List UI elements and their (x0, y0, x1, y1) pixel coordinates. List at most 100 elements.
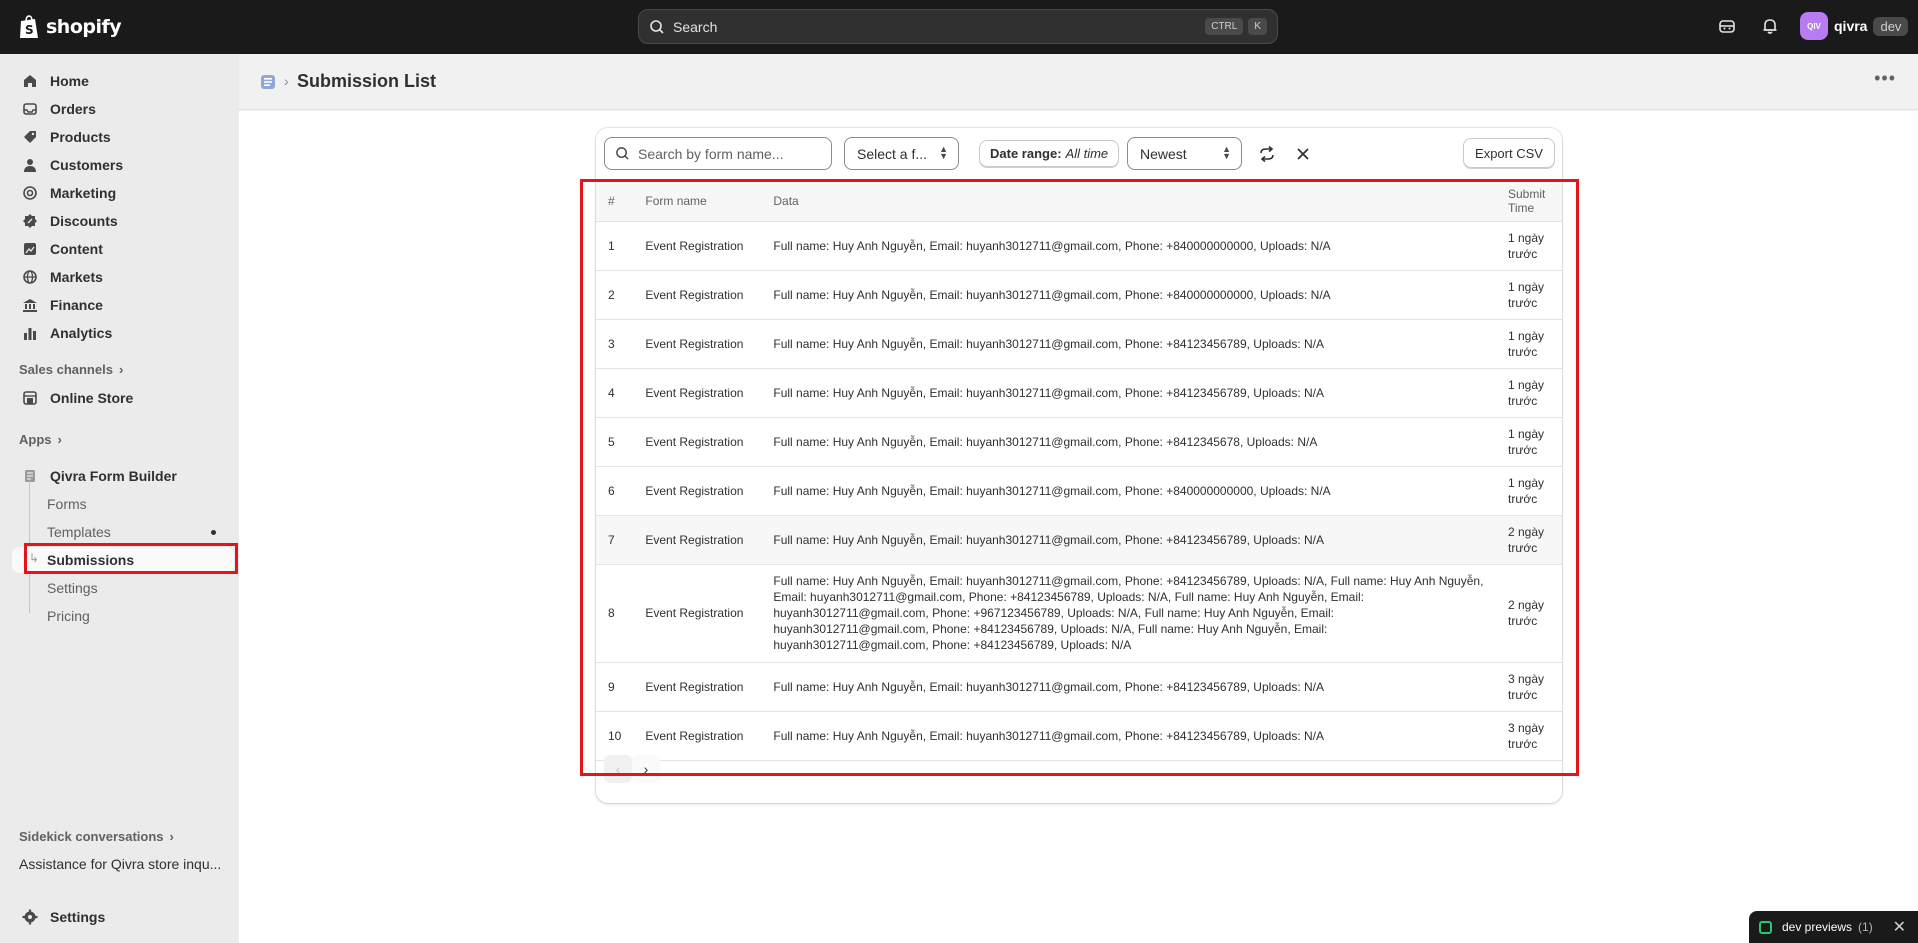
cell-form: Event Registration (633, 319, 762, 369)
sidebar-item-orders[interactable]: Orders (12, 96, 234, 122)
cell-data: Full name: Huy Anh Nguyễn, Email: huyanh… (761, 564, 1496, 663)
sidebar-item-discounts[interactable]: Discounts (12, 208, 234, 234)
section-label: Sidekick conversations (19, 829, 164, 844)
dev-previews-toast[interactable]: dev previews (1) ✕ (1749, 911, 1918, 943)
table-row[interactable]: 4 Event Registration Full name: Huy Anh Ng… (596, 368, 1562, 418)
clear-filters-icon[interactable] (1294, 145, 1312, 163)
dev-previews-count: (1) (1858, 920, 1873, 934)
table-row[interactable]: 7 Event Registration Full name: Huy Anh Ng… (596, 515, 1562, 565)
account-menu[interactable]: QIV qivra dev (1800, 12, 1909, 40)
sidebar-item-marketing[interactable]: Marketing (12, 180, 234, 206)
sidebar-sub-templates[interactable]: Templates (12, 519, 234, 545)
cell-num: 9 (596, 662, 634, 712)
sidebar-sub-forms[interactable]: Forms (12, 491, 234, 517)
sidekick-conversation-item[interactable]: Assistance for Qivra store inqu... (12, 851, 234, 877)
sidekick-icon[interactable] (1717, 16, 1737, 36)
sidebar-item-label: Home (50, 73, 89, 89)
more-actions-icon[interactable]: ••• (1874, 68, 1896, 89)
sidebar-sub-pricing[interactable]: Pricing (12, 603, 234, 629)
header-data[interactable]: Data (761, 181, 1496, 222)
cell-num: 6 (596, 466, 634, 516)
date-range-button[interactable]: Date range: All time (979, 140, 1120, 167)
sidebar-item-customers[interactable]: Customers (12, 152, 234, 178)
header-num[interactable]: # (596, 181, 634, 222)
select-caret-icon: ▲ ▼ (1222, 144, 1231, 161)
cell-num: 7 (596, 515, 634, 565)
table-row[interactable]: 9 Event Registration Full name: Huy Anh Ng… (596, 662, 1562, 712)
sidebar-item-label: Marketing (50, 185, 117, 201)
sales-channels-section[interactable]: Sales channels › (19, 362, 123, 377)
avatar: QIV (1800, 12, 1828, 40)
sidebar-item-qivra-form-builder[interactable]: Qivra Form Builder (12, 463, 234, 489)
chevron-right-icon: › (57, 432, 62, 447)
sidebar-item-label: Content (50, 241, 103, 257)
cell-num: 3 (596, 319, 634, 369)
global-search[interactable]: Search CTRL K (638, 9, 1278, 44)
cell-time: 1 ngày trước (1496, 270, 1562, 320)
cell-time: 1 ngày trước (1496, 368, 1562, 418)
search-label: Search (673, 18, 718, 35)
table-row[interactable]: 6 Event Registration Full name: Huy Anh Ng… (596, 466, 1562, 516)
cell-form: Event Registration (633, 221, 762, 271)
cell-data: Full name: Huy Anh Nguyễn, Email: huyanh… (761, 417, 1496, 467)
app-breadcrumb-icon[interactable] (259, 73, 277, 91)
table-row[interactable]: 2 Event Registration Full name: Huy Anh Ng… (596, 270, 1562, 320)
form-search-input[interactable] (638, 145, 828, 162)
refresh-icon[interactable] (1258, 145, 1276, 163)
cell-form: Event Registration (633, 711, 762, 761)
table-row[interactable]: 8 Event Registration Full name: Huy Anh Ng… (596, 564, 1562, 663)
sidebar-item-label: Discounts (50, 213, 118, 229)
svg-text:S: S (25, 23, 34, 37)
top-bar: S shopify Search CTRL K QIV qivra dev (0, 0, 1918, 54)
sidebar-sub-settings[interactable]: Settings (12, 575, 234, 601)
sidebar-item-settings[interactable]: Settings (12, 904, 234, 930)
apps-section[interactable]: Apps › (19, 432, 62, 447)
search-icon (650, 19, 664, 34)
sidekick-section[interactable]: Sidekick conversations › (19, 829, 174, 844)
next-page-button[interactable]: › (632, 755, 660, 783)
store-icon (23, 391, 37, 405)
page-header: › Submission List ••• (239, 54, 1918, 110)
cell-num: 8 (596, 564, 634, 663)
sidebar-item-content[interactable]: Content (12, 236, 234, 262)
sidebar-item-analytics[interactable]: Analytics (12, 320, 234, 346)
cell-time: 2 ngày trước (1496, 515, 1562, 565)
table-row[interactable]: 5 Event Registration Full name: Huy Anh Ng… (596, 417, 1562, 467)
sidebar-item-markets[interactable]: Markets (12, 264, 234, 290)
person-icon (24, 159, 36, 172)
page-title: Submission List (297, 71, 437, 91)
form-select[interactable]: Select a f... ▲ ▼ (844, 137, 959, 170)
shopify-bag-icon: S (20, 15, 38, 38)
sidebar-item-label: Products (50, 129, 111, 145)
logo-text: shopify (46, 16, 122, 38)
shopify-logo[interactable]: S shopify (18, 14, 122, 40)
sidebar-item-finance[interactable]: Finance (12, 292, 234, 318)
header-submit-time[interactable]: Submit Time (1496, 181, 1562, 222)
table-row[interactable]: 3 Event Registration Full name: Huy Anh Ng… (596, 319, 1562, 369)
submissions-card: Select a f... ▲▼ Date range: All time Ne… (596, 128, 1562, 803)
preview-icon (1759, 920, 1772, 934)
form-select-value: Select a f... (857, 145, 928, 162)
sidebar-item-home[interactable]: Home (12, 68, 234, 94)
cell-data: Full name: Huy Anh Nguyễn, Email: huyanh… (761, 368, 1496, 418)
close-icon[interactable]: ✕ (1893, 917, 1906, 937)
export-csv-button[interactable]: Export CSV (1463, 138, 1555, 168)
sidebar: Home Orders Products Customers Marketing… (0, 54, 239, 943)
cell-time: 3 ngày trước (1496, 662, 1562, 712)
header-form-name[interactable]: Form name (633, 181, 762, 222)
bell-icon[interactable] (1760, 16, 1780, 36)
search-icon (616, 147, 629, 160)
cell-form: Event Registration (633, 662, 762, 712)
sidebar-item-label: Finance (50, 297, 103, 313)
cell-data: Full name: Huy Anh Nguyễn, Email: huyanh… (761, 662, 1496, 712)
table-row[interactable]: 10 Event Registration Full name: Huy Anh N… (596, 711, 1562, 761)
sidebar-item-products[interactable]: Products (12, 124, 234, 150)
table-row[interactable]: 1 Event Registration Full name: Huy Anh Ng… (596, 221, 1562, 271)
section-label: Sales channels (19, 362, 113, 377)
sort-select[interactable]: Newest ▲ ▼ (1127, 137, 1242, 170)
form-search-field[interactable] (604, 137, 832, 170)
shortcut-k: K (1248, 18, 1267, 35)
sidebar-item-online-store[interactable]: Online Store (12, 385, 234, 411)
sidebar-sub-submissions[interactable]: Submissions (12, 547, 234, 573)
prev-page-button[interactable]: ‹ (604, 755, 632, 783)
